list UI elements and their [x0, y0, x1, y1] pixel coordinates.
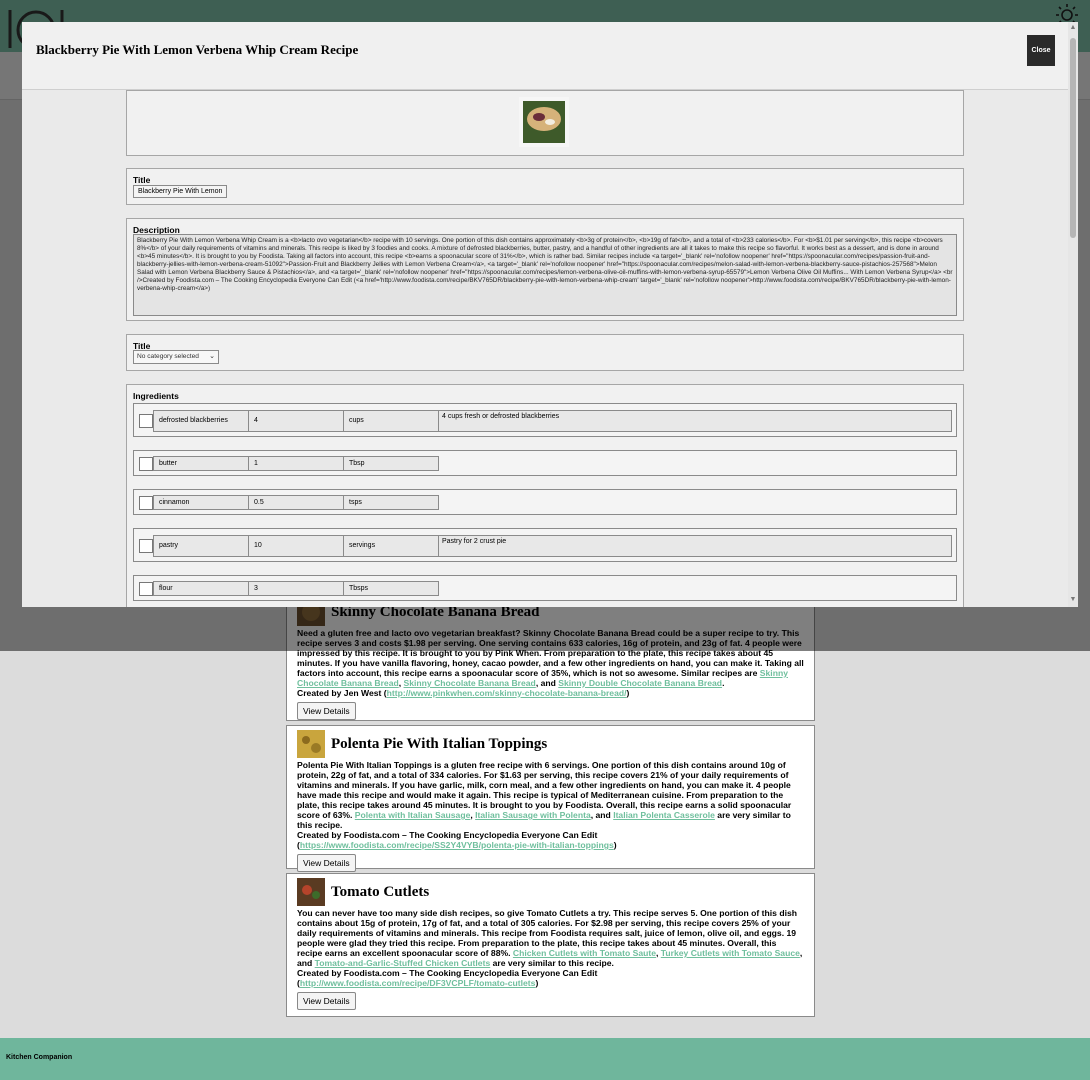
source-link[interactable]: http://www.foodista.com/recipe/DF3VCPLF/… — [300, 978, 536, 988]
scroll-down-arrow-icon[interactable]: ▼ — [1069, 596, 1077, 604]
ingredient-row: cinnamon 0.5 tsps — [133, 489, 957, 515]
footer-label: Kitchen Companion — [6, 1054, 73, 1061]
scroll-up-arrow-icon[interactable]: ▲ — [1069, 24, 1077, 32]
ingredient-unit-input[interactable]: tsps — [343, 495, 439, 510]
ingredient-amount-input[interactable]: 4 — [248, 410, 344, 432]
description-section: Description Blackberry Pie With Lemon Ve… — [126, 218, 964, 321]
ingredient-row: butter 1 Tbsp — [133, 450, 957, 476]
title-section: Title Blackberry Pie With Lemon — [126, 168, 964, 205]
view-details-button[interactable]: View Details — [297, 702, 356, 720]
category-select-value: No category selected — [137, 353, 199, 360]
app-footer: Kitchen Companion — [0, 1038, 1090, 1080]
ingredient-amount-input[interactable]: 1 — [248, 456, 344, 471]
close-button[interactable]: Close — [1027, 35, 1055, 66]
view-details-button[interactable]: View Details — [297, 854, 356, 872]
ingredients-label: Ingredients — [133, 391, 179, 401]
category-select[interactable]: No category selected ⌄ — [133, 350, 219, 364]
recipe-description: Polenta Pie With Italian Toppings is a g… — [297, 760, 792, 850]
description-textarea[interactable]: Blackberry Pie With Lemon Verbena Whip C… — [133, 234, 957, 316]
similar-recipe-link[interactable]: Italian Sausage with Polenta — [475, 810, 591, 820]
recipe-thumbnail[interactable] — [297, 878, 325, 906]
ingredient-row: flour 3 Tbsps — [133, 575, 957, 601]
recipe-title[interactable]: Polenta Pie With Italian Toppings — [331, 736, 547, 753]
similar-recipe-link[interactable]: Chicken Cutlets with Tomato Saute — [513, 948, 656, 958]
ingredient-note-textarea[interactable]: 4 cups fresh or defrosted blackberries — [438, 410, 952, 432]
similar-recipe-link[interactable]: Skinny Double Chocolate Banana Bread — [558, 678, 722, 688]
similar-recipe-link[interactable]: Turkey Cutlets with Tomato Sauce — [661, 948, 800, 958]
ingredient-checkbox[interactable] — [139, 539, 153, 553]
modal-title: Blackberry Pie With Lemon Verbena Whip C… — [36, 42, 359, 57]
ingredient-amount-input[interactable]: 0.5 — [248, 495, 344, 510]
ingredient-unit-input[interactable]: Tbsps — [343, 581, 439, 596]
source-link[interactable]: https://www.foodista.com/recipe/SS2Y4VYB… — [300, 840, 614, 850]
source-link[interactable]: http://www.pinkwhen.com/skinny-chocolate… — [387, 688, 627, 698]
ingredient-checkbox[interactable] — [139, 496, 153, 510]
image-section — [126, 90, 964, 156]
modal-scrollbar[interactable]: ▲ ▼ — [1068, 22, 1078, 607]
title-input[interactable]: Blackberry Pie With Lemon — [133, 185, 228, 198]
ingredient-note-textarea[interactable]: Pastry for 2 crust pie — [438, 535, 952, 557]
ingredient-name-input[interactable]: pastry — [153, 535, 249, 557]
ingredients-section: Ingredients defrosted blackberries 4 cup… — [126, 384, 964, 607]
ingredient-amount-input[interactable]: 3 — [248, 581, 344, 596]
ingredient-name-input[interactable]: flour — [153, 581, 249, 596]
scrollbar-thumb[interactable] — [1070, 38, 1076, 238]
ingredient-unit-input[interactable]: cups — [343, 410, 439, 432]
ingredient-row: defrosted blackberries 4 cups 4 cups fre… — [133, 403, 957, 437]
recipe-thumbnail[interactable] — [297, 730, 325, 758]
modal-body: Title Blackberry Pie With Lemon Descript… — [22, 90, 1068, 607]
ingredient-unit-input[interactable]: Tbsp — [343, 456, 439, 471]
ingredient-checkbox[interactable] — [139, 457, 153, 471]
recipe-image — [519, 97, 569, 147]
ingredient-name-input[interactable]: butter — [153, 456, 249, 471]
ingredient-unit-input[interactable]: servings — [343, 535, 439, 557]
similar-recipe-link[interactable]: Polenta with Italian Sausage — [355, 810, 471, 820]
recipe-edit-modal: Blackberry Pie With Lemon Verbena Whip C… — [22, 22, 1078, 607]
ingredient-name-input[interactable]: defrosted blackberries — [153, 410, 249, 432]
ingredient-amount-input[interactable]: 10 — [248, 535, 344, 557]
recipe-title[interactable]: Tomato Cutlets — [331, 884, 429, 901]
dropdown-chevron-icon: ⌄ — [209, 353, 215, 360]
recipe-card: Polenta Pie With Italian Toppings Polent… — [286, 725, 815, 872]
ingredient-row: pastry 10 servings Pastry for 2 crust pi… — [133, 528, 957, 562]
ingredient-checkbox[interactable] — [139, 414, 153, 428]
similar-recipe-link[interactable]: Tomato-and-Garlic-Stuffed Chicken Cutlet… — [315, 958, 491, 968]
similar-recipe-link[interactable]: Italian Polenta Casserole — [613, 810, 715, 820]
similar-recipe-link[interactable]: Skinny Chocolate Banana Bread — [404, 678, 536, 688]
ingredient-name-input[interactable]: cinnamon — [153, 495, 249, 510]
recipe-card: Tomato Cutlets You can never have too ma… — [286, 873, 815, 1017]
title-label: Title — [133, 175, 151, 185]
ingredient-checkbox[interactable] — [139, 582, 153, 596]
category-section: Title No category selected ⌄ — [126, 334, 964, 371]
view-details-button[interactable]: View Details — [297, 992, 356, 1010]
modal-header: Blackberry Pie With Lemon Verbena Whip C… — [22, 22, 1068, 90]
recipe-description: You can never have too many side dish re… — [297, 908, 803, 988]
